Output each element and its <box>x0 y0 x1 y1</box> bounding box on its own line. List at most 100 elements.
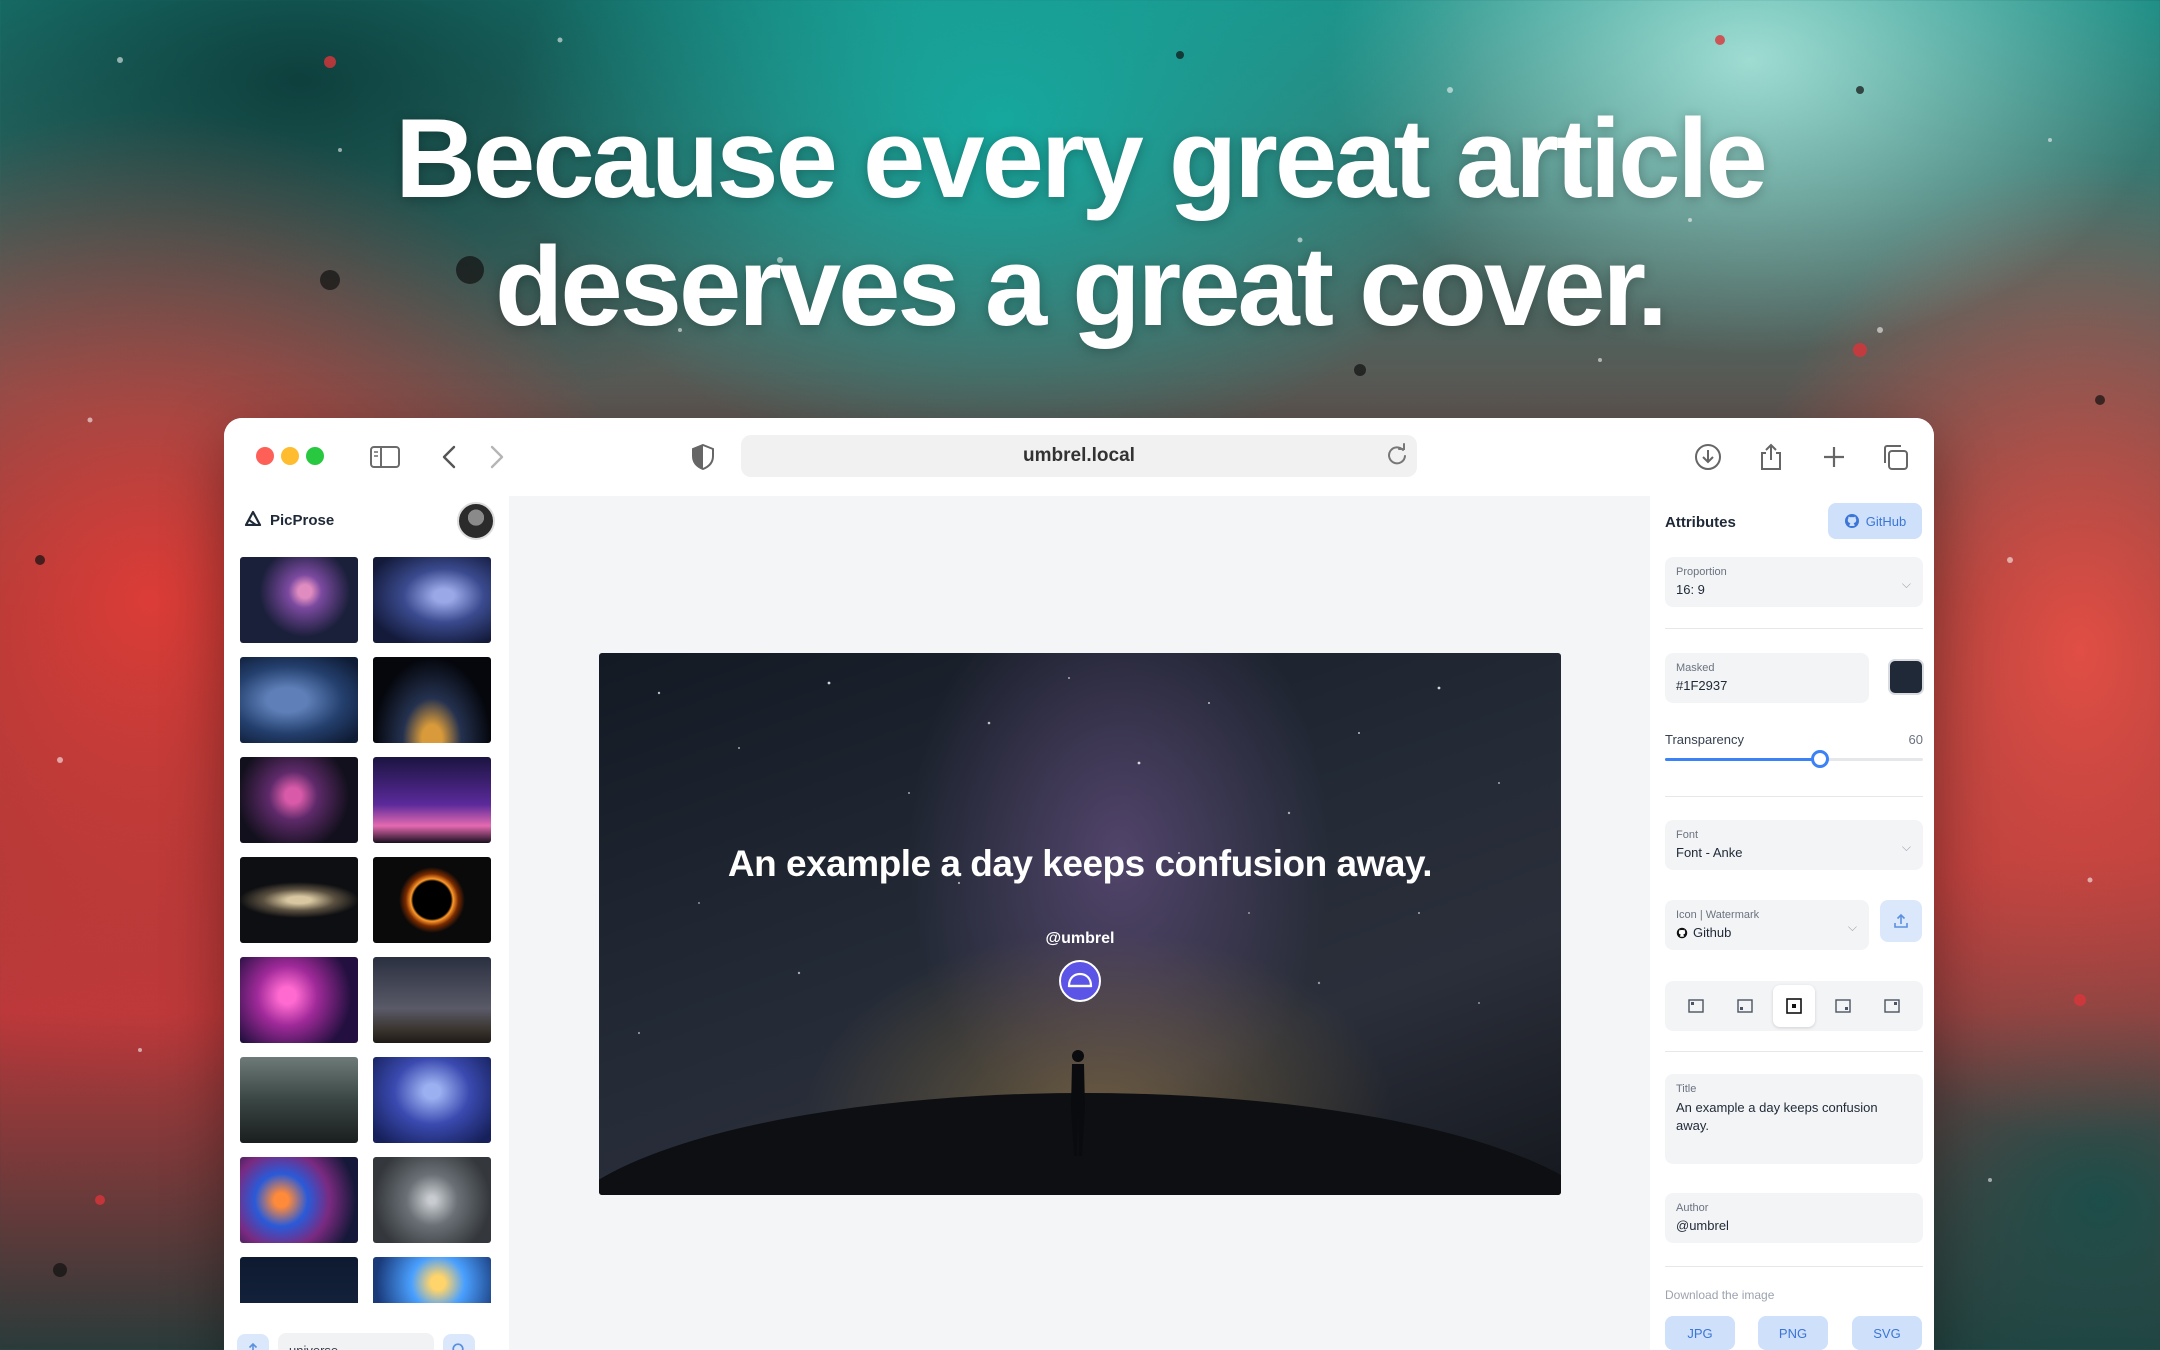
icon-watermark-value: Github <box>1693 925 1732 940</box>
font-label: Font <box>1676 829 1699 841</box>
back-icon[interactable] <box>432 440 466 474</box>
mask-color-swatch[interactable] <box>1888 659 1924 695</box>
download-png-button[interactable]: PNG <box>1758 1316 1828 1350</box>
hero-headline: Because every great article deserves a g… <box>0 95 2160 351</box>
icon-watermark-label: Icon | Watermark <box>1676 909 1760 921</box>
minimize-window-button[interactable] <box>281 447 299 465</box>
mask-color-field[interactable]: Masked #1F2937 <box>1665 653 1869 703</box>
transparency-value: 60 <box>1908 732 1923 747</box>
thumbnail-solar-eclipse[interactable] <box>373 857 491 943</box>
thumbnail-milky-way-rocks[interactable] <box>373 957 491 1043</box>
sidebar-toggle-icon[interactable] <box>368 440 402 474</box>
title-textarea[interactable]: Title An example a day keeps confusion a… <box>1665 1074 1923 1164</box>
thumbnail-earth-night-lights[interactable] <box>373 657 491 743</box>
github-button-label: GitHub <box>1865 513 1907 529</box>
align-bottom-left-icon <box>1737 999 1753 1013</box>
position-top-left-button[interactable] <box>1675 985 1717 1027</box>
upload-image-button[interactable] <box>237 1334 269 1350</box>
downloads-icon[interactable] <box>1691 440 1725 474</box>
position-center-button[interactable] <box>1772 985 1815 1027</box>
cover-preview: An example a day keeps confusion away. @… <box>599 653 1561 1195</box>
title-value: An example a day keeps confusion away. <box>1676 1100 1878 1133</box>
hero-line-1: Because every great article <box>395 96 1768 221</box>
github-icon <box>1844 514 1859 528</box>
download-svg-button[interactable]: SVG <box>1852 1316 1922 1350</box>
app-content: PicProse universe An example a day keeps… <box>224 496 1934 1350</box>
cover-title: An example a day keeps confusion away. <box>727 843 1433 884</box>
upload-icon-button[interactable] <box>1880 900 1922 942</box>
person-silhouette <box>1071 1050 1085 1156</box>
privacy-shield-icon[interactable] <box>686 440 720 474</box>
upload-icon <box>1894 913 1908 928</box>
user-avatar[interactable] <box>457 502 495 540</box>
author-value: @umbrel <box>1676 1218 1729 1233</box>
cover-author: @umbrel <box>1045 930 1115 947</box>
icon-watermark-select[interactable]: Icon | Watermark Github ⌵ <box>1665 900 1869 950</box>
forward-icon[interactable] <box>480 440 514 474</box>
browser-toolbar: umbrel.local <box>224 418 1934 496</box>
thumbnail-night-sky-dark[interactable] <box>240 1257 358 1303</box>
github-button[interactable]: GitHub <box>1828 503 1922 539</box>
thumbnail-galaxy-cluster[interactable] <box>373 1257 491 1303</box>
github-icon <box>1676 927 1688 938</box>
thumbnail-forest-starry-sky[interactable] <box>240 1057 358 1143</box>
thumbnail-milky-way-silhouette[interactable] <box>240 557 358 643</box>
download-jpg-button[interactable]: JPG <box>1665 1316 1735 1350</box>
address-bar[interactable]: umbrel.local <box>741 435 1417 477</box>
thumbnail-grid <box>240 557 500 1303</box>
slider-thumb[interactable] <box>1810 750 1829 768</box>
app-name: PicProse <box>270 511 335 529</box>
tab-overview-icon[interactable] <box>1878 440 1912 474</box>
chevron-down-icon: ⌵ <box>1901 840 1911 854</box>
attributes-title: Attributes <box>1665 514 1736 531</box>
align-top-left-icon <box>1687 999 1704 1013</box>
font-select[interactable]: Font Font - Anke ⌵ <box>1665 820 1923 870</box>
image-search-input[interactable] <box>278 1333 434 1350</box>
thumbnail-orion-nebula[interactable] <box>240 757 358 843</box>
title-label: Title <box>1676 1083 1697 1095</box>
thumbnail-purple-sky-horizon[interactable] <box>373 757 491 843</box>
align-top-right-icon <box>1884 999 1901 1013</box>
author-input[interactable]: Author @umbrel <box>1665 1193 1923 1243</box>
image-library-panel: PicProse <box>224 496 509 1350</box>
divider <box>1665 1266 1923 1267</box>
share-icon[interactable] <box>1754 440 1788 474</box>
picprose-logo-icon <box>244 510 262 530</box>
zoom-window-button[interactable] <box>306 447 324 465</box>
chevron-down-icon: ⌵ <box>1847 920 1857 934</box>
reload-icon[interactable] <box>1385 443 1409 473</box>
slider-track[interactable] <box>1665 750 1923 768</box>
thumbnail-andromeda-galaxy[interactable] <box>240 857 358 943</box>
thumbnail-pink-nebula[interactable] <box>240 957 358 1043</box>
download-label: Download the image <box>1665 1288 1775 1302</box>
attributes-panel: Attributes GitHub Proportion 16: 9 ⌵ Mas… <box>1650 496 1934 1350</box>
thumbnail-nebula-blue[interactable] <box>373 557 491 643</box>
thumbnail-colorful-nebula[interactable] <box>240 1157 358 1243</box>
author-label: Author <box>1676 1202 1709 1214</box>
chevron-down-icon: ⌵ <box>1901 577 1911 591</box>
thumbnail-starfield-blue[interactable] <box>240 657 358 743</box>
new-tab-icon[interactable] <box>1817 440 1851 474</box>
hero-line-2: deserves a great cover. <box>494 224 1668 349</box>
divider <box>1665 628 1923 629</box>
app-brand[interactable]: PicProse <box>244 510 334 530</box>
watermark-position-group <box>1665 981 1923 1031</box>
proportion-value: 16: 9 <box>1676 582 1705 597</box>
image-search-row <box>237 1332 499 1350</box>
search-button[interactable] <box>443 1334 475 1350</box>
masked-value: #1F2937 <box>1676 678 1728 693</box>
proportion-select[interactable]: Proportion 16: 9 ⌵ <box>1665 557 1923 607</box>
font-value: Font - Anke <box>1676 845 1743 860</box>
thumbnail-blue-milky-way[interactable] <box>373 1057 491 1143</box>
transparency-label: Transparency <box>1665 732 1744 747</box>
position-bottom-right-button[interactable] <box>1822 985 1864 1027</box>
close-window-button[interactable] <box>256 447 274 465</box>
divider <box>1665 796 1923 797</box>
transparency-slider[interactable]: Transparency 60 <box>1665 732 1923 768</box>
position-bottom-left-button[interactable] <box>1724 985 1766 1027</box>
url-text: umbrel.local <box>1023 445 1135 466</box>
umbrel-logo-icon <box>1059 960 1101 1002</box>
position-top-right-button[interactable] <box>1871 985 1913 1027</box>
align-bottom-right-icon <box>1835 999 1851 1013</box>
thumbnail-star-trails[interactable] <box>373 1157 491 1243</box>
